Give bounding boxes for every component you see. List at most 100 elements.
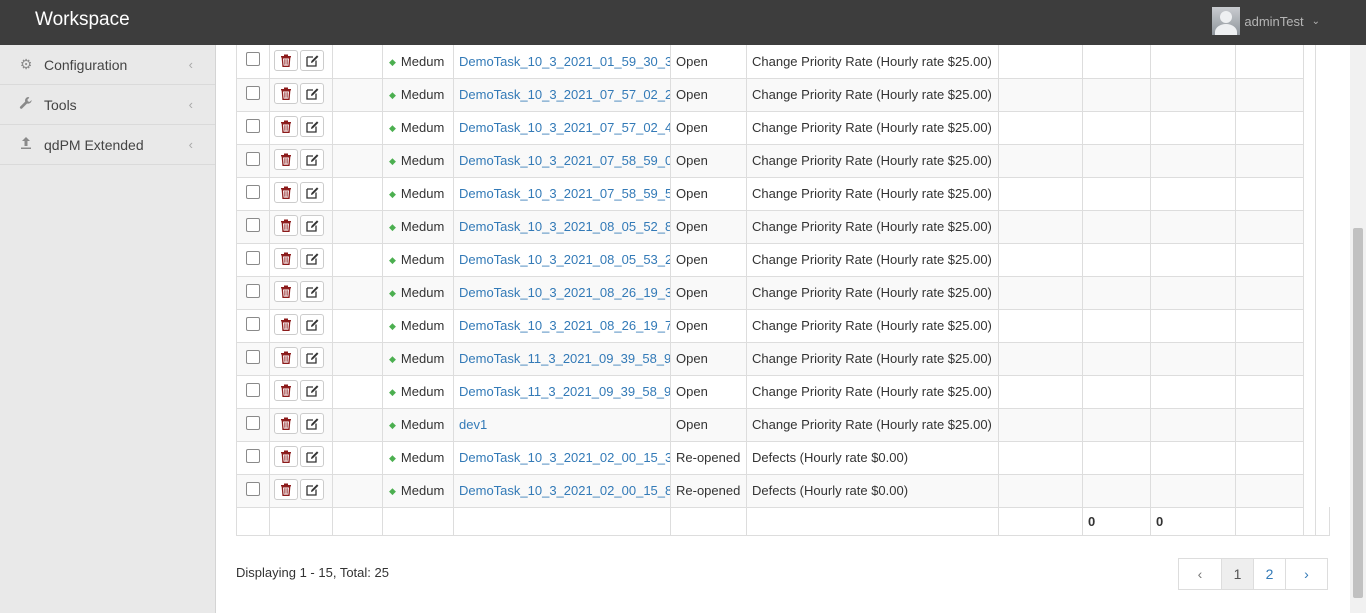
type-cell: Change Priority Rate (Hourly rate $25.00… bbox=[746, 144, 999, 178]
edit-button[interactable] bbox=[300, 314, 324, 335]
delete-button[interactable] bbox=[274, 49, 298, 71]
edit-button[interactable] bbox=[300, 149, 324, 170]
avatar bbox=[1212, 7, 1241, 35]
status-cell: Open bbox=[670, 243, 747, 277]
next-page-button[interactable]: › bbox=[1285, 558, 1328, 590]
sidebar-item-tools[interactable]: Tools ‹ bbox=[0, 85, 215, 125]
type-cell: Defects (Hourly rate $0.00) bbox=[746, 441, 999, 475]
task-link[interactable]: DemoTask_11_3_2021_09_39_58_988 bbox=[459, 384, 670, 399]
delete-button[interactable] bbox=[274, 83, 298, 104]
priority-label: Medum bbox=[400, 153, 445, 168]
pagination: ‹ 1 2 › bbox=[1178, 558, 1328, 590]
delete-button[interactable] bbox=[274, 215, 298, 236]
row-checkbox[interactable] bbox=[246, 448, 260, 463]
sidebar-item-configuration[interactable]: ⚙ Configuration ‹ bbox=[0, 45, 215, 85]
delete-button[interactable] bbox=[274, 116, 298, 137]
edit-button[interactable] bbox=[300, 380, 324, 401]
type-cell: Change Priority Rate (Hourly rate $25.00… bbox=[746, 309, 999, 343]
edit-button[interactable] bbox=[300, 446, 324, 467]
type-cell: Change Priority Rate (Hourly rate $25.00… bbox=[746, 408, 999, 442]
status-cell: Open bbox=[670, 177, 747, 211]
row-checkbox[interactable] bbox=[246, 85, 260, 100]
delete-button[interactable] bbox=[274, 347, 298, 368]
task-link[interactable]: DemoTask_10_3_2021_02_00_15_895 bbox=[459, 483, 670, 498]
delete-button[interactable] bbox=[274, 413, 298, 434]
priority-diamond-icon: ◆ bbox=[389, 90, 396, 100]
priority-label: Medum bbox=[400, 318, 445, 333]
username: adminTest bbox=[1244, 13, 1304, 29]
table-row: ◆ Medum DemoTask_11_3_2021_09_39_58_988 Ope… bbox=[236, 375, 1330, 409]
row-checkbox[interactable] bbox=[246, 184, 260, 199]
task-link[interactable]: DemoTask_10_3_2021_02_00_15_387 bbox=[459, 450, 670, 465]
table-row: ◆ Medum DemoTask_10_3_2021_07_57_02_295 Ope… bbox=[236, 78, 1330, 112]
row-checkbox[interactable] bbox=[246, 118, 260, 133]
delete-button[interactable] bbox=[274, 281, 298, 302]
task-link[interactable]: DemoTask_10_3_2021_08_26_19_778 bbox=[459, 318, 670, 333]
sidebar-item-label: qdPM Extended bbox=[44, 136, 144, 153]
table-row: ◆ Medum DemoTask_10_3_2021_07_58_59_550 Ope… bbox=[236, 177, 1330, 211]
delete-button[interactable] bbox=[274, 248, 298, 269]
edit-button[interactable] bbox=[300, 479, 324, 500]
task-link[interactable]: DemoTask_10_3_2021_08_05_52_818 bbox=[459, 219, 670, 234]
edit-button[interactable] bbox=[300, 49, 324, 71]
row-checkbox[interactable] bbox=[246, 349, 260, 364]
task-link[interactable]: DemoTask_10_3_2021_08_26_19_383 bbox=[459, 285, 670, 300]
tasks-table: ◆ Medum DemoTask_10_3_2021_01_59_30_379 Ope… bbox=[236, 45, 1330, 536]
row-checkbox[interactable] bbox=[246, 415, 260, 430]
type-cell: Change Priority Rate (Hourly rate $25.00… bbox=[746, 177, 999, 211]
scrollbar-thumb[interactable] bbox=[1353, 228, 1363, 598]
row-checkbox[interactable] bbox=[246, 316, 260, 331]
priority-diamond-icon: ◆ bbox=[389, 288, 396, 298]
edit-button[interactable] bbox=[300, 281, 324, 302]
prev-page-button[interactable]: ‹ bbox=[1178, 558, 1222, 590]
status-cell: Open bbox=[670, 210, 747, 244]
task-link[interactable]: DemoTask_10_3_2021_07_58_59_096 bbox=[459, 153, 670, 168]
delete-button[interactable] bbox=[274, 149, 298, 170]
edit-button[interactable] bbox=[300, 83, 324, 104]
edit-button[interactable] bbox=[300, 413, 324, 434]
row-checkbox[interactable] bbox=[246, 217, 260, 232]
edit-button[interactable] bbox=[300, 347, 324, 368]
app-title[interactable]: Workspace bbox=[35, 9, 130, 31]
gear-icon: ⚙ bbox=[19, 56, 33, 72]
task-link[interactable]: DemoTask_11_3_2021_09_39_58_925 bbox=[459, 351, 670, 366]
page-scrollbar[interactable] bbox=[1350, 45, 1366, 613]
tasks-table-container: ◆ Medum DemoTask_10_3_2021_01_59_30_379 Ope… bbox=[236, 45, 1330, 536]
task-link[interactable]: DemoTask_10_3_2021_01_59_30_379 bbox=[459, 54, 670, 69]
task-link[interactable]: DemoTask_10_3_2021_08_05_53_259 bbox=[459, 252, 670, 267]
page-button-2[interactable]: 2 bbox=[1253, 558, 1286, 590]
row-checkbox[interactable] bbox=[246, 382, 260, 397]
priority-label: Medum bbox=[400, 351, 445, 366]
priority-diamond-icon: ◆ bbox=[389, 56, 396, 67]
row-checkbox[interactable] bbox=[246, 481, 260, 496]
user-menu[interactable]: adminTest ⌄ bbox=[1212, 7, 1320, 35]
row-checkbox[interactable] bbox=[246, 151, 260, 166]
task-link[interactable]: dev1 bbox=[459, 417, 487, 432]
edit-button[interactable] bbox=[300, 215, 324, 236]
edit-button[interactable] bbox=[300, 182, 324, 203]
chevron-left-icon: ‹ bbox=[188, 97, 193, 112]
table-body: ◆ Medum DemoTask_10_3_2021_01_59_30_379 Ope… bbox=[236, 45, 1330, 508]
task-link[interactable]: DemoTask_10_3_2021_07_57_02_295 bbox=[459, 87, 670, 102]
status-cell: Open bbox=[670, 342, 747, 376]
sidebar-item-label: Tools bbox=[44, 96, 77, 113]
priority-label: Medum bbox=[400, 219, 445, 234]
sidebar-item-qdpm-extended[interactable]: qdPM Extended ‹ bbox=[0, 125, 215, 165]
row-checkbox[interactable] bbox=[246, 250, 260, 265]
delete-button[interactable] bbox=[274, 314, 298, 335]
row-checkbox[interactable] bbox=[246, 283, 260, 298]
priority-label: Medum bbox=[400, 53, 445, 69]
type-cell: Change Priority Rate (Hourly rate $25.00… bbox=[746, 375, 999, 409]
edit-button[interactable] bbox=[300, 116, 324, 137]
delete-button[interactable] bbox=[274, 479, 298, 500]
page-button-1[interactable]: 1 bbox=[1221, 558, 1254, 590]
task-link[interactable]: DemoTask_10_3_2021_07_58_59_550 bbox=[459, 186, 670, 201]
table-row: ◆ Medum DemoTask_10_3_2021_07_58_59_096 Ope… bbox=[236, 144, 1330, 178]
row-checkbox[interactable] bbox=[246, 52, 260, 67]
delete-button[interactable] bbox=[274, 182, 298, 203]
delete-button[interactable] bbox=[274, 446, 298, 467]
task-link[interactable]: DemoTask_10_3_2021_07_57_02_486 bbox=[459, 120, 670, 135]
status-cell: Re-opened bbox=[670, 441, 747, 475]
edit-button[interactable] bbox=[300, 248, 324, 269]
delete-button[interactable] bbox=[274, 380, 298, 401]
